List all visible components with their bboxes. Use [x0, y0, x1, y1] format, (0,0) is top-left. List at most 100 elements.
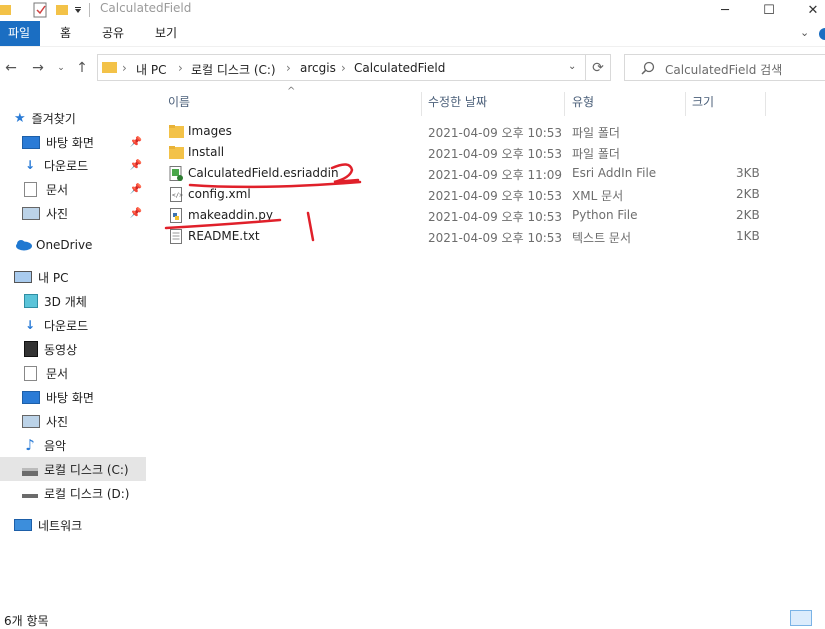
sidebar-item-label: 3D 개체 [44, 294, 87, 309]
column-divider[interactable] [685, 92, 686, 116]
file-size: 1KB [736, 229, 760, 243]
sidebar-item-pc-documents[interactable]: 문서 [22, 361, 146, 385]
search-icon [641, 61, 655, 75]
up-arrow-icon[interactable]: ↑ [71, 58, 93, 78]
column-divider[interactable] [765, 92, 766, 116]
sidebar-item-label: 음악 [44, 438, 67, 453]
recent-dropdown-icon[interactable]: ⌄ [50, 58, 72, 78]
file-size: 2KB [736, 208, 760, 222]
sidebar-item-label: 내 PC [38, 270, 69, 285]
sidebar-item-downloads[interactable]: ↓ 다운로드 📌 [22, 153, 146, 177]
sidebar-item-quick-access[interactable]: ★ 즐겨찾기 [14, 106, 160, 130]
handwritten-1-mark [306, 211, 315, 242]
ribbon-expand-icon[interactable]: ⌄ [800, 26, 818, 42]
film-icon [24, 341, 38, 357]
pin-icon[interactable]: 📌 [130, 160, 142, 171]
sidebar-item-videos[interactable]: 동영상 [22, 337, 146, 361]
ribbon-tabs: 파일 홈 공유 보기 ⌄ [0, 21, 825, 47]
sidebar-item-this-pc[interactable]: 내 PC [14, 265, 160, 289]
file-date: 2021-04-09 오후 10:53 [428, 126, 563, 140]
breadcrumb-separator: › [341, 61, 346, 75]
file-type: Esri AddIn File [572, 166, 657, 180]
cloud-icon [16, 240, 32, 251]
address-dropdown-icon[interactable]: ⌄ [568, 61, 576, 72]
file-date: 2021-04-09 오후 10:53 [428, 231, 563, 245]
column-header-size[interactable]: 크기 [692, 92, 714, 116]
breadcrumb-calculatedfield[interactable]: CalculatedField [354, 61, 445, 75]
folder-icon [102, 62, 117, 73]
file-type: XML 문서 [572, 189, 624, 203]
tab-home[interactable]: 홈 [53, 21, 78, 46]
sidebar-item-label: 바탕 화면 [46, 135, 94, 150]
desktop-icon [22, 390, 40, 404]
sidebar-item-label: 네트워크 [38, 518, 83, 533]
file-type: 텍스트 문서 [572, 231, 632, 245]
file-date: 2021-04-09 오후 10:53 [428, 147, 563, 161]
sidebar-item-label: 동영상 [44, 342, 78, 357]
underline-annotation-1 [164, 218, 282, 230]
sidebar-item-label: 로컬 디스크 (D:) [44, 486, 130, 501]
breadcrumb-c-drive[interactable]: 로컬 디스크 (C:) [191, 61, 276, 78]
column-divider[interactable] [421, 92, 422, 116]
cube-icon [24, 294, 38, 308]
column-header-name[interactable]: 이름 [168, 92, 190, 116]
breadcrumb-separator: › [286, 61, 291, 75]
forward-arrow-icon[interactable]: → [27, 58, 49, 78]
sidebar-item-d-drive[interactable]: 로컬 디스크 (D:) [22, 481, 146, 505]
sidebar-item-network[interactable]: 네트워크 [14, 513, 160, 537]
pin-icon[interactable]: 📌 [130, 208, 142, 219]
folder-icon [0, 5, 11, 15]
sidebar-item-c-drive[interactable]: 로컬 디스크 (C:) [0, 457, 146, 481]
sidebar-item-3d-objects[interactable]: 3D 개체 [22, 289, 146, 313]
file-type: 파일 폴더 [572, 126, 620, 140]
document-icon [24, 181, 37, 197]
breadcrumb-arcgis[interactable]: arcgis [300, 61, 336, 75]
close-button[interactable]: ✕ [793, 0, 825, 20]
title-bar: CalculatedField ─ ☐ ✕ [0, 0, 825, 20]
tab-file[interactable]: 파일 [0, 21, 40, 46]
sidebar-item-music[interactable]: ♪ 음악 [22, 433, 146, 457]
file-type: 파일 폴더 [572, 147, 620, 161]
star-icon: ★ [14, 110, 26, 126]
sidebar-item-pictures[interactable]: 사진 📌 [22, 201, 146, 225]
breadcrumb-this-pc[interactable]: 내 PC [136, 61, 166, 78]
sidebar-item-documents[interactable]: 문서 📌 [22, 177, 146, 201]
sidebar-item-label: 문서 [46, 366, 69, 381]
sidebar-item-pc-pictures[interactable]: 사진 [22, 409, 146, 433]
help-icon[interactable] [817, 27, 825, 41]
sidebar-item-label: 사진 [46, 414, 69, 429]
column-header-type[interactable]: 유형 [572, 92, 594, 116]
file-type: Python File [572, 208, 638, 222]
pictures-icon [22, 206, 40, 220]
table-row[interactable]: Images 2021-04-09 오후 10:53 파일 폴더 [162, 121, 762, 142]
search-box[interactable]: CalculatedField 검색 [624, 54, 825, 81]
maximize-button[interactable]: ☐ [749, 0, 789, 20]
sidebar-item-label: 바탕 화면 [46, 390, 94, 405]
pin-icon[interactable]: 📌 [130, 137, 142, 148]
status-bar: 6개 항목 [0, 608, 825, 628]
sidebar-item-pc-downloads[interactable]: ↓ 다운로드 [22, 313, 146, 337]
sidebar-item-desktop[interactable]: 바탕 화면 📌 [22, 130, 146, 154]
search-input[interactable]: CalculatedField 검색 [665, 61, 782, 78]
sidebar-item-onedrive[interactable]: OneDrive [14, 233, 160, 257]
file-size: 2KB [736, 187, 760, 201]
minimize-button[interactable]: ─ [705, 0, 745, 20]
sidebar-item-label: 다운로드 [44, 158, 89, 173]
tab-view[interactable]: 보기 [148, 21, 184, 46]
sidebar-item-label: 문서 [46, 182, 69, 197]
column-divider[interactable] [564, 92, 565, 116]
sort-ascending-icon: ^ [287, 86, 296, 97]
back-arrow-icon[interactable]: ← [0, 58, 22, 78]
tab-share[interactable]: 공유 [95, 21, 131, 46]
column-header-date[interactable]: 수정한 날짜 [428, 92, 487, 116]
sidebar-item-label: 사진 [46, 206, 69, 221]
sidebar-item-label: 다운로드 [44, 318, 89, 333]
pin-icon[interactable]: 📌 [130, 184, 142, 195]
document-icon [24, 365, 37, 381]
address-bar[interactable]: › 내 PC › 로컬 디스크 (C:) › arcgis › Calculat… [97, 54, 611, 81]
large-icons-view-button[interactable] [813, 610, 825, 624]
refresh-button[interactable]: ⟳ [585, 54, 611, 81]
sidebar-item-label: 로컬 디스크 (C:) [44, 462, 129, 477]
window-title: CalculatedField [100, 1, 192, 15]
sidebar-item-pc-desktop[interactable]: 바탕 화면 [22, 385, 146, 409]
